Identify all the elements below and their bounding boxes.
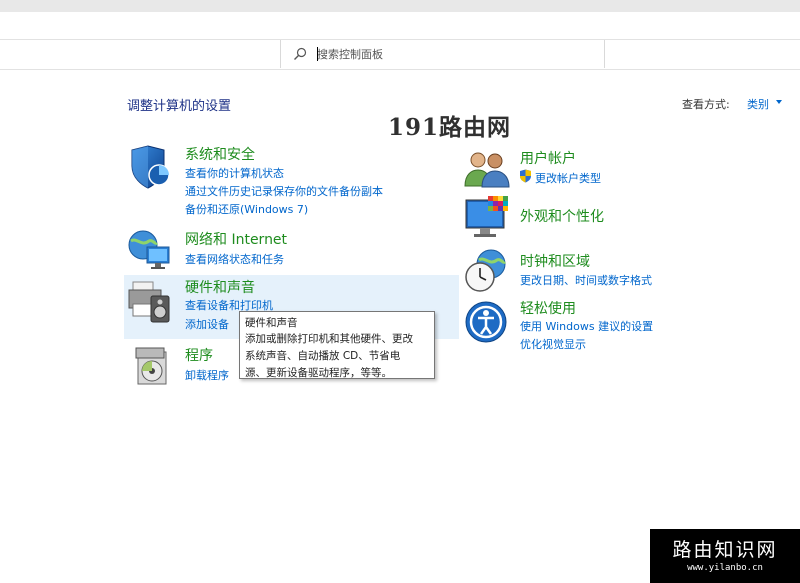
- category-title-programs[interactable]: 程序: [185, 345, 213, 365]
- category-title-network[interactable]: 网络和 Internet: [185, 229, 287, 249]
- toolbar: [0, 39, 800, 70]
- chevron-down-icon[interactable]: [776, 100, 782, 104]
- uac-shield-icon: [520, 169, 531, 183]
- category-title-hardware-sound[interactable]: 硬件和声音: [185, 277, 255, 297]
- network-globe-icon[interactable]: [127, 227, 173, 271]
- users-icon[interactable]: [464, 150, 510, 188]
- tooltip-line: 源、更新设备驱动程序，等等。: [245, 367, 392, 379]
- category-title-user-accounts[interactable]: 用户帐户: [520, 148, 576, 168]
- tooltip-hardware-sound: 硬件和声音 添加或删除打印机和其他硬件、更改 系统声音、自动播放 CD、节省电 …: [239, 311, 435, 379]
- address-bar-area: [0, 12, 800, 39]
- tooltip-title: 硬件和声音: [245, 317, 298, 329]
- text-caret: [317, 47, 318, 61]
- search-box[interactable]: [280, 40, 605, 68]
- search-icon: [294, 47, 307, 60]
- shield-icon[interactable]: [128, 144, 172, 190]
- link-change-date-time-format[interactable]: 更改日期、时间或数字格式: [520, 272, 652, 288]
- title-bar: [0, 0, 800, 12]
- category-title-appearance[interactable]: 外观和个性化: [520, 206, 604, 226]
- page-title: 调整计算机的设置: [127, 99, 232, 114]
- search-input[interactable]: [317, 46, 577, 62]
- link-file-history-backup[interactable]: 通过文件历史记录保存你的文件备份副本: [185, 183, 383, 199]
- watermark-top: 191路由网: [388, 114, 512, 141]
- printer-speaker-icon[interactable]: [127, 278, 173, 324]
- view-by-label: 查看方式:: [682, 98, 730, 111]
- clock-globe-icon[interactable]: [463, 248, 509, 294]
- watermark-bottom-url: www.yilanbo.cn: [687, 563, 763, 573]
- ease-of-access-icon[interactable]: [464, 300, 508, 344]
- link-network-status[interactable]: 查看网络状态和任务: [185, 251, 284, 267]
- link-add-device[interactable]: 添加设备: [185, 316, 229, 332]
- programs-icon[interactable]: [132, 344, 172, 386]
- category-title-clock-region[interactable]: 时钟和区域: [520, 251, 590, 271]
- link-backup-restore[interactable]: 备份和还原(Windows 7): [185, 201, 308, 217]
- link-uninstall-program[interactable]: 卸载程序: [185, 367, 229, 383]
- tooltip-line: 系统声音、自动播放 CD、节省电: [245, 350, 401, 362]
- link-recommended-settings[interactable]: 使用 Windows 建议的设置: [520, 318, 653, 334]
- watermark-bottom-title: 路由知识网: [672, 539, 778, 561]
- link-change-account-type[interactable]: 更改帐户类型: [535, 170, 601, 186]
- monitor-palette-icon[interactable]: [464, 196, 510, 240]
- link-optimize-visual-display[interactable]: 优化视觉显示: [520, 336, 586, 352]
- view-by-dropdown[interactable]: 类别: [747, 96, 769, 112]
- watermark-bottom: 路由知识网 www.yilanbo.cn: [650, 529, 800, 583]
- tooltip-line: 添加或删除打印机和其他硬件、更改: [245, 333, 413, 345]
- link-view-computer-status[interactable]: 查看你的计算机状态: [185, 165, 284, 181]
- category-title-system-security[interactable]: 系统和安全: [185, 144, 255, 164]
- category-title-ease-of-access[interactable]: 轻松使用: [520, 298, 576, 318]
